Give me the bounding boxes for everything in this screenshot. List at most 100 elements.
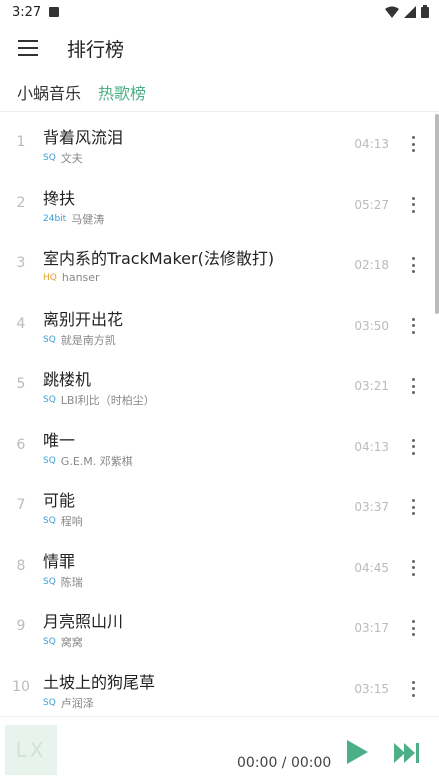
song-rank: 6 <box>16 436 26 453</box>
song-duration: 03:50 <box>354 318 389 333</box>
song-meta: HQ hanser <box>43 271 100 284</box>
song-rank: 9 <box>16 618 26 634</box>
quality-badge: SQ <box>43 153 56 163</box>
song-artist: 窝窝 <box>60 636 83 649</box>
song-duration: 04:13 <box>354 137 389 151</box>
song-title: 可能 <box>43 491 76 510</box>
more-vert-icon[interactable] <box>407 195 419 215</box>
song-artist: 陈瑞 <box>60 575 83 589</box>
quality-badge: SQ <box>43 395 56 405</box>
song-title: 情罪 <box>43 551 76 571</box>
song-meta: SQ 文夫 <box>43 150 83 166</box>
song-artist: 程响 <box>60 515 83 528</box>
status-bar: 3:27 <box>0 0 439 24</box>
more-vert-icon[interactable] <box>407 497 419 517</box>
album-cover[interactable]: LX <box>5 725 57 775</box>
song-artist: 文夫 <box>60 152 83 165</box>
song-duration: 02:18 <box>354 258 389 272</box>
song-rank: 2 <box>16 194 26 211</box>
song-meta: SQ 卢润泽 <box>43 695 94 711</box>
song-title: 室内系的TrackMaker(法修散打) <box>43 249 275 268</box>
song-meta: SQ LBI利比（时柏尘） <box>43 392 155 408</box>
song-title: 跳楼机 <box>43 370 92 389</box>
more-vert-icon[interactable] <box>407 437 419 457</box>
song-rank: 3 <box>16 255 26 271</box>
song-row[interactable]: 3 室内系的TrackMaker(法修散打) HQ hanser 02:18 <box>0 235 439 296</box>
song-row[interactable]: 2 搀扶 24bit 马健涛 05:27 <box>0 175 439 236</box>
menu-icon <box>18 40 38 56</box>
song-rank: 4 <box>16 315 26 332</box>
more-vert-icon[interactable] <box>407 376 419 396</box>
song-artist: 卢润泽 <box>60 696 94 710</box>
song-title: 月亮照山川 <box>43 612 124 631</box>
more-vert-icon[interactable] <box>407 618 419 638</box>
quality-badge: SQ <box>43 455 56 466</box>
song-meta: 24bit 马健涛 <box>43 211 104 227</box>
song-meta: SQ 陈瑞 <box>43 574 83 590</box>
notification-icon <box>49 7 60 17</box>
page-title: 排行榜 <box>67 38 125 61</box>
song-duration: 03:21 <box>354 379 389 393</box>
song-meta: SQ 窝窝 <box>43 634 83 650</box>
song-artist: hanser <box>61 271 100 284</box>
more-vert-icon[interactable] <box>407 255 419 275</box>
song-artist: LBI利比（时柏尘） <box>60 394 155 407</box>
song-meta: SQ G.E.M. 邓紫棋 <box>43 453 133 469</box>
more-vert-icon[interactable] <box>407 558 419 578</box>
song-title: 搀扶 <box>43 188 76 208</box>
quality-badge: SQ <box>43 637 56 647</box>
song-row[interactable]: 6 唯一 SQ G.E.M. 邓紫棋 04:13 <box>0 417 439 478</box>
more-vert-icon[interactable] <box>407 316 419 336</box>
song-row[interactable]: 4 离别开出花 SQ 就是南方凯 03:50 <box>0 296 439 357</box>
tab-hot-songs[interactable]: 热歌榜 <box>98 80 146 104</box>
app-bar: 排行榜 <box>0 24 439 72</box>
menu-button[interactable] <box>0 24 56 72</box>
song-title: 土坡上的狗尾草 <box>43 672 156 692</box>
song-artist: G.E.M. 邓紫棋 <box>60 454 133 468</box>
scrollbar-thumb[interactable] <box>435 114 439 314</box>
song-title: 唯一 <box>43 430 76 450</box>
quality-badge: SQ <box>43 516 56 526</box>
play-icon[interactable] <box>344 739 370 765</box>
song-row[interactable]: 5 跳楼机 SQ LBI利比（时柏尘） 03:21 <box>0 356 439 417</box>
song-row[interactable]: 9 月亮照山川 SQ 窝窝 03:17 <box>0 598 439 659</box>
wifi-icon <box>385 6 399 18</box>
song-title: 背着风流泪 <box>43 128 124 147</box>
quality-badge: HQ <box>43 272 57 283</box>
song-duration: 05:27 <box>354 197 389 212</box>
status-icons <box>385 5 429 18</box>
playback-time: 00:00 / 00:00 <box>237 755 332 771</box>
song-row[interactable]: 10 土坡上的狗尾草 SQ 卢润泽 03:15 <box>0 659 439 720</box>
song-rank: 7 <box>16 497 26 513</box>
skip-next-icon[interactable] <box>393 741 421 765</box>
song-rank: 8 <box>16 557 26 574</box>
song-rank: 10 <box>12 678 30 695</box>
player-bar: LX 00:00 / 00:00 <box>0 716 439 780</box>
more-vert-icon[interactable] <box>407 134 419 154</box>
song-meta: SQ 就是南方凯 <box>43 332 116 348</box>
status-time: 3:27 <box>12 4 42 20</box>
song-duration: 04:13 <box>354 439 389 454</box>
song-row[interactable]: 7 可能 SQ 程响 03:37 <box>0 477 439 538</box>
song-list: 1 背着风流泪 SQ 文夫 04:13 2 搀扶 24bit 马健涛 05:27 3 室内系的Trac… <box>0 114 439 719</box>
song-title: 离别开出花 <box>43 309 124 329</box>
signal-icon <box>404 5 416 18</box>
chart-tabs: 小蜗音乐 热歌榜 <box>0 72 439 112</box>
quality-badge: SQ <box>43 697 56 708</box>
song-row[interactable]: 1 背着风流泪 SQ 文夫 04:13 <box>0 114 439 175</box>
song-duration: 03:15 <box>354 681 389 696</box>
song-rank: 5 <box>16 376 26 392</box>
quality-badge: SQ <box>43 334 56 345</box>
more-vert-icon[interactable] <box>407 679 419 699</box>
battery-icon <box>421 5 429 18</box>
song-rank: 1 <box>16 134 26 150</box>
tab-source[interactable]: 小蜗音乐 <box>17 80 81 104</box>
song-duration: 04:45 <box>354 560 389 575</box>
song-meta: SQ 程响 <box>43 513 83 529</box>
quality-badge: SQ <box>43 576 56 587</box>
song-duration: 03:37 <box>354 500 389 514</box>
song-duration: 03:17 <box>354 621 389 635</box>
song-row[interactable]: 8 情罪 SQ 陈瑞 04:45 <box>0 538 439 599</box>
quality-badge: 24bit <box>43 213 67 224</box>
song-artist: 马健涛 <box>71 212 105 226</box>
